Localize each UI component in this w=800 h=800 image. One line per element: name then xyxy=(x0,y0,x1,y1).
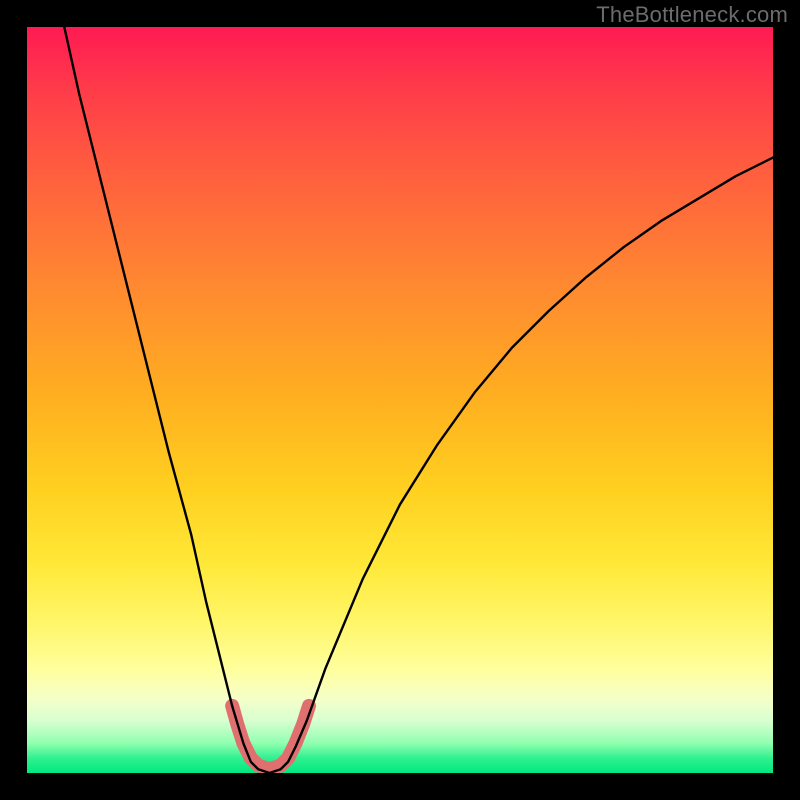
watermark-text: TheBottleneck.com xyxy=(596,2,788,28)
plot-area xyxy=(27,27,773,773)
bottleneck-marker-path xyxy=(232,706,309,769)
chart-frame: TheBottleneck.com xyxy=(0,0,800,800)
curve-layer xyxy=(27,27,773,773)
bottleneck-curve xyxy=(64,27,773,773)
